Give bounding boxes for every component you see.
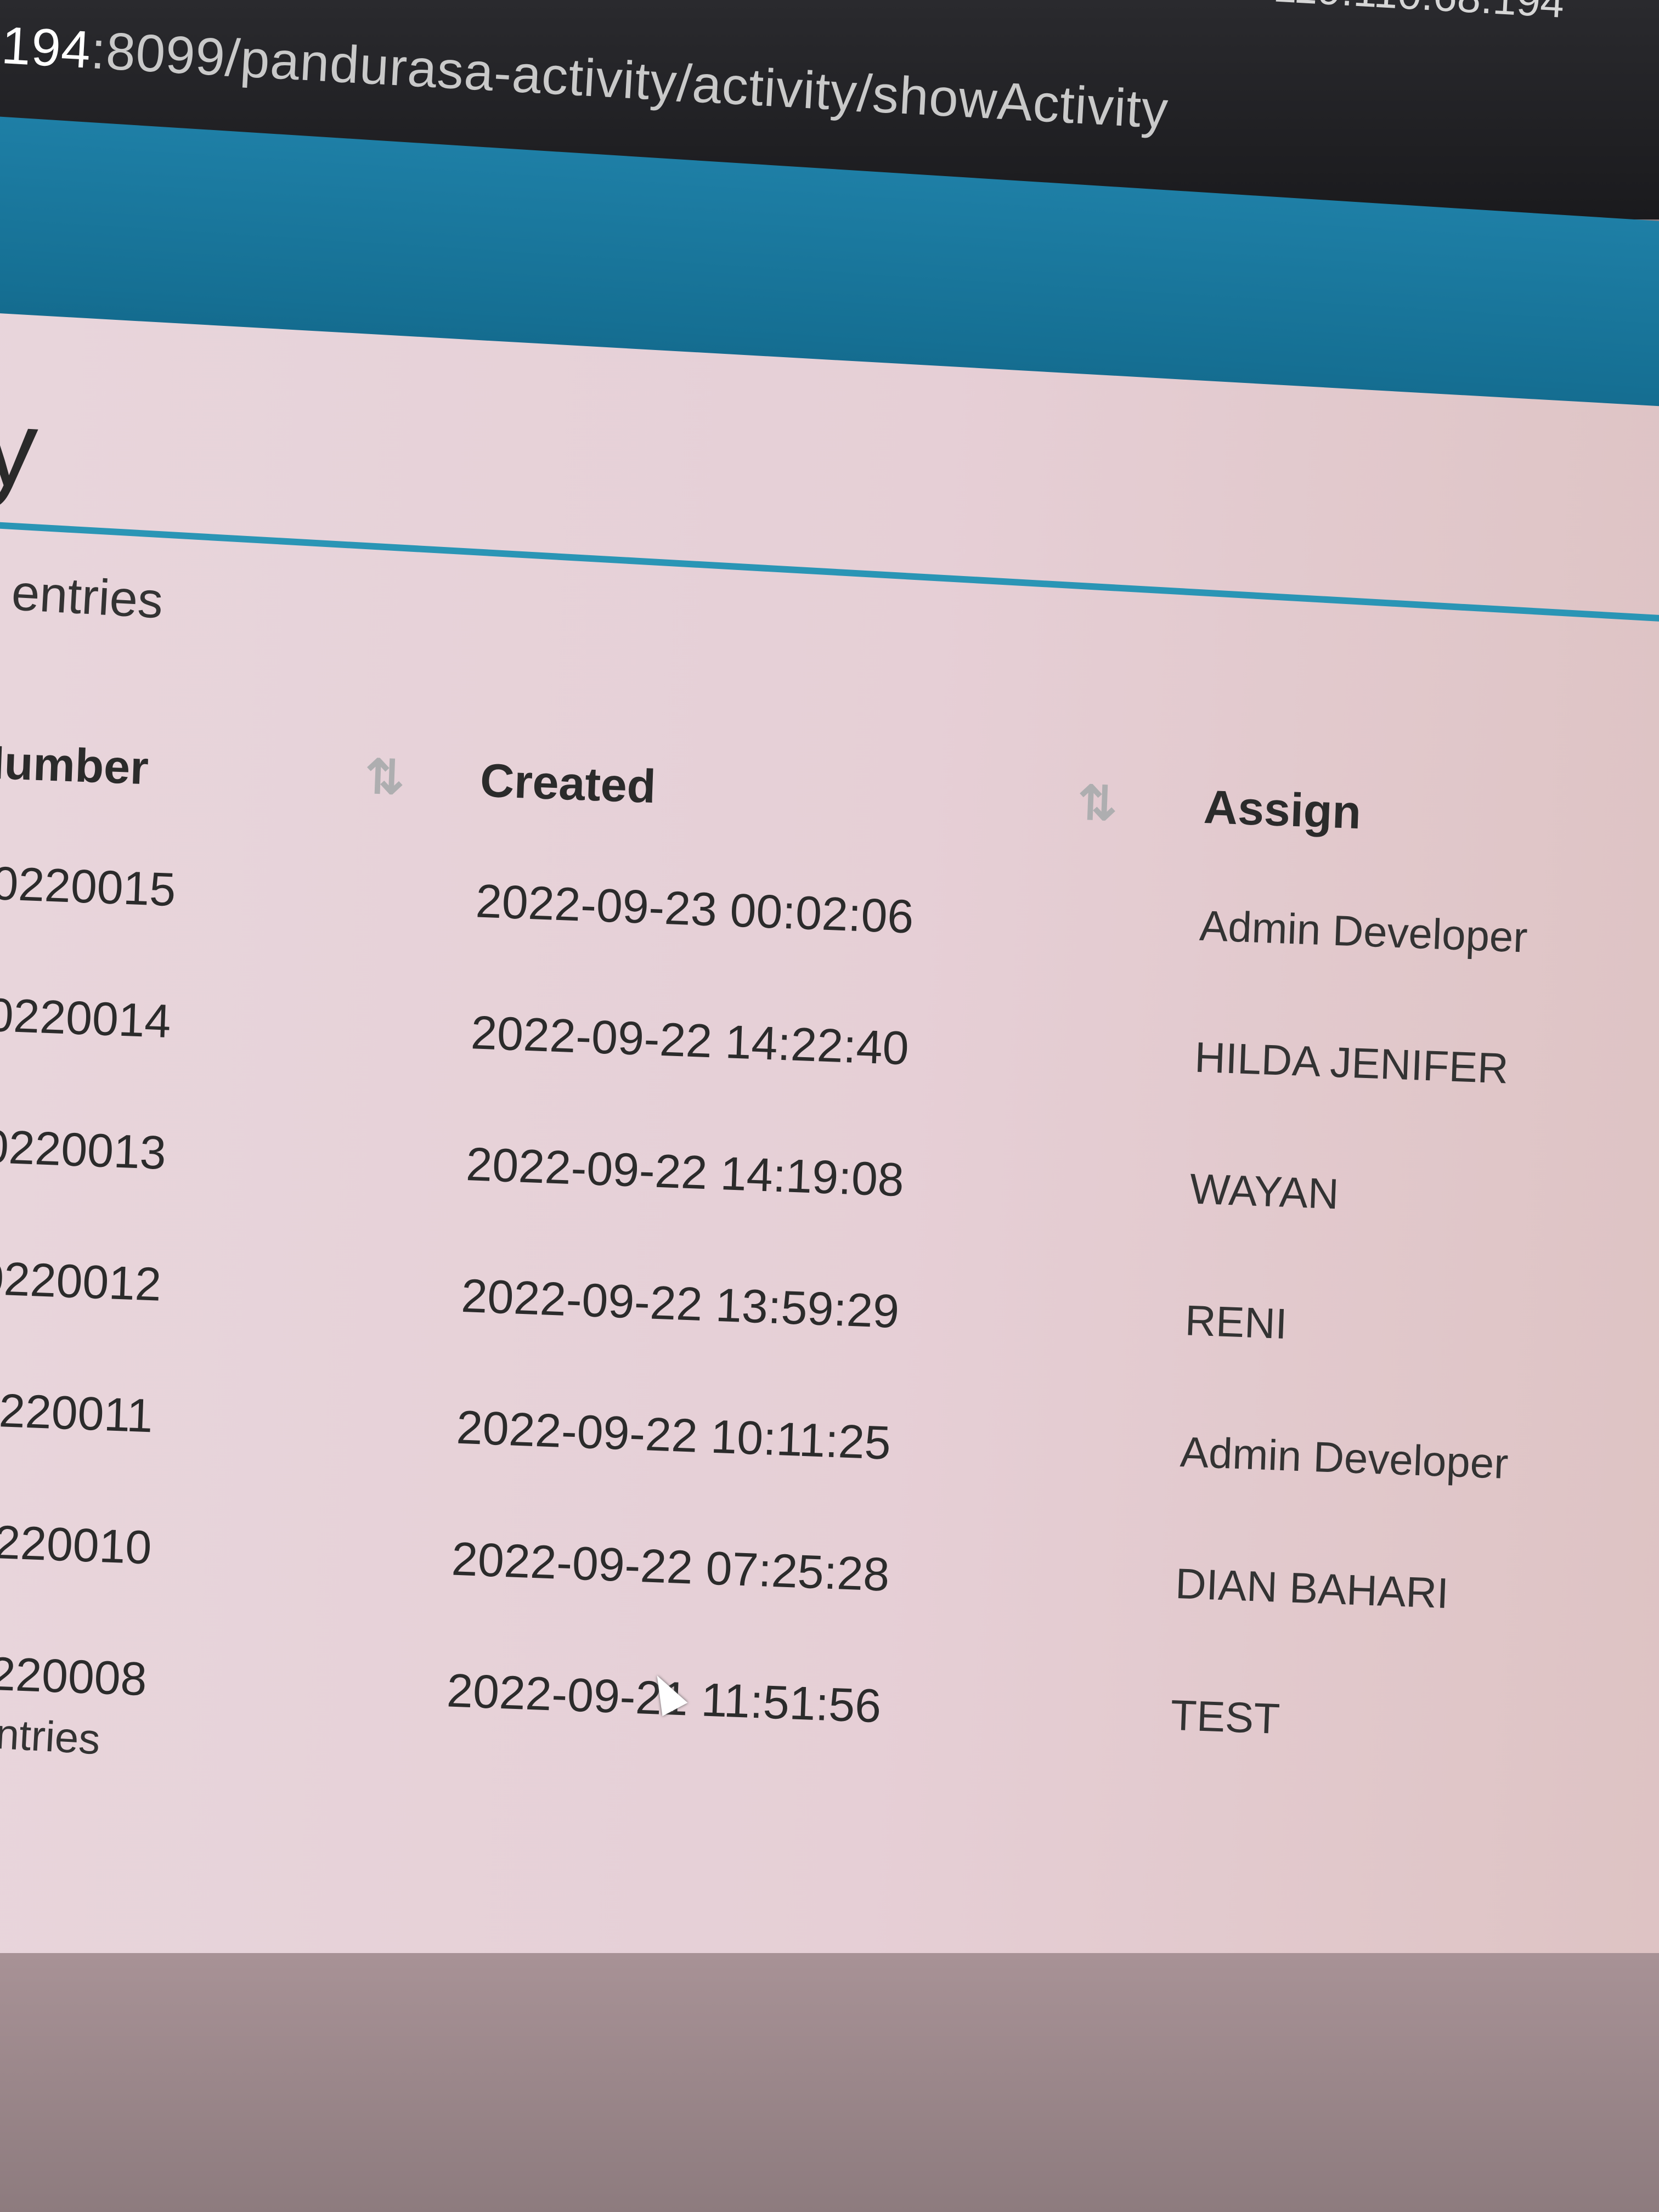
cell-number: 20220013 xyxy=(0,1119,167,1180)
cell-created: 2022-09-22 14:22:40 xyxy=(470,1006,910,1075)
cell-assign: TEST xyxy=(1170,1690,1281,1743)
cell-number: 20220010 xyxy=(0,1514,153,1575)
entries-length-label: entries xyxy=(10,565,165,629)
box-header-divider xyxy=(0,515,1659,629)
cell-created: 2022-09-22 10:11:25 xyxy=(455,1401,892,1470)
cell-number: 20220014 xyxy=(0,988,172,1048)
cell-created: 2022-09-22 13:59:29 xyxy=(460,1269,900,1339)
table-info-text: f 7 entries xyxy=(0,1705,101,1764)
column-header-assign[interactable]: Assign xyxy=(1203,780,1644,850)
cell-assign: DIAN BAHARI xyxy=(1174,1559,1450,1618)
sort-arrows-icon[interactable]: ⇅ xyxy=(1077,775,1111,831)
main-content: y entries Number ⇅ Created ⇅ Assign 2022… xyxy=(0,307,1659,2058)
cell-assign: Admin Developer xyxy=(1198,901,1528,962)
cell-number: 20220008 xyxy=(0,1645,148,1706)
url-field[interactable]: 194:8099/pandurasa-activity/activity/sho… xyxy=(0,15,1170,141)
ip-address-label: 119.110.68.194 xyxy=(1272,0,1566,28)
url-host: 194 xyxy=(0,15,93,80)
cell-assign: WAYAN xyxy=(1189,1164,1340,1218)
cell-created: 2022-09-22 14:19:08 xyxy=(465,1138,905,1207)
cell-created: 2022-09-22 07:25:28 xyxy=(450,1532,891,1601)
cell-number: 20220012 xyxy=(0,1250,162,1311)
cell-assign: HILDA JENIFER xyxy=(1194,1032,1510,1093)
cell-assign: Admin Developer xyxy=(1179,1427,1509,1488)
url-path: :8099/pandurasa-activity/activity/showAc… xyxy=(89,21,1170,140)
cell-created: 2022-09-23 00:02:06 xyxy=(475,874,915,944)
cell-number: 20220011 xyxy=(0,1382,154,1443)
page-title: y xyxy=(0,385,41,511)
cell-created: 2022-09-21 11:51:56 xyxy=(445,1664,882,1733)
cell-assign: RENI xyxy=(1184,1296,1288,1348)
column-header-created[interactable]: Created xyxy=(479,754,1139,832)
cell-number: 20220015 xyxy=(0,856,177,917)
screen-bottom-area xyxy=(0,1953,1659,2212)
sort-arrows-icon[interactable]: ⇅ xyxy=(364,749,398,805)
